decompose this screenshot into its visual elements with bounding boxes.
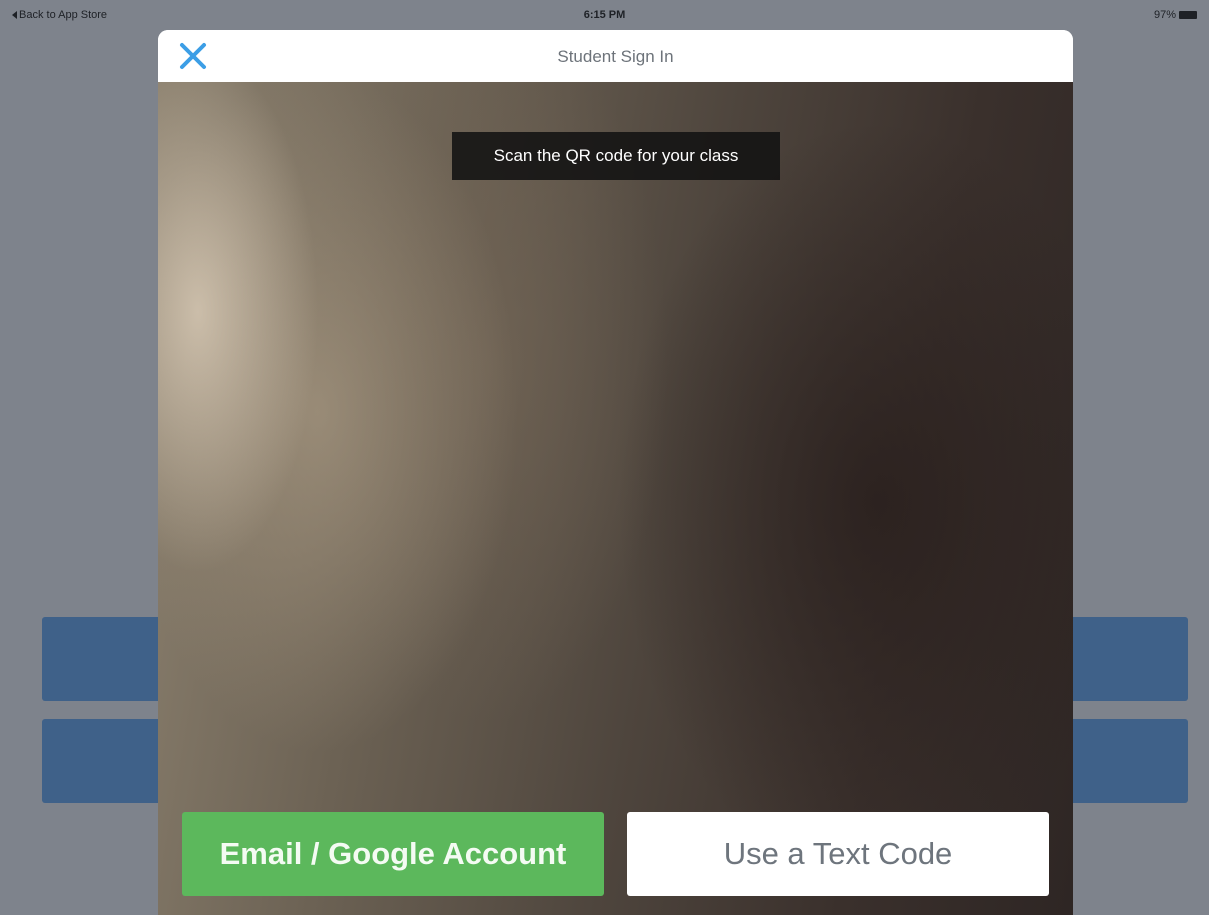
battery-percent: 97% xyxy=(1153,9,1176,21)
battery-indicator: 97% xyxy=(1154,9,1197,21)
scan-qr-hint: Scan the QR code for your class xyxy=(452,132,780,180)
status-bar: Back to App Store 6:15 PM 97% xyxy=(0,0,1209,34)
modal-header: Student Sign In xyxy=(158,30,1073,82)
background-button-1-left xyxy=(42,617,172,701)
student-sign-in-modal: Student Sign In Scan the QR code for you… xyxy=(158,30,1073,915)
battery-icon xyxy=(1179,11,1197,19)
background-button-2-right xyxy=(1060,719,1188,803)
background-button-1-right xyxy=(1060,617,1188,701)
modal-title: Student Sign In xyxy=(557,47,674,66)
status-time: 6:15 PM xyxy=(583,9,626,21)
camera-viewfinder: Scan the QR code for your class Email / … xyxy=(158,82,1073,915)
use-text-code-button[interactable]: Use a Text Code xyxy=(627,812,1049,896)
background-button-2-left xyxy=(42,719,172,803)
email-google-account-button[interactable]: Email / Google Account xyxy=(182,812,604,896)
